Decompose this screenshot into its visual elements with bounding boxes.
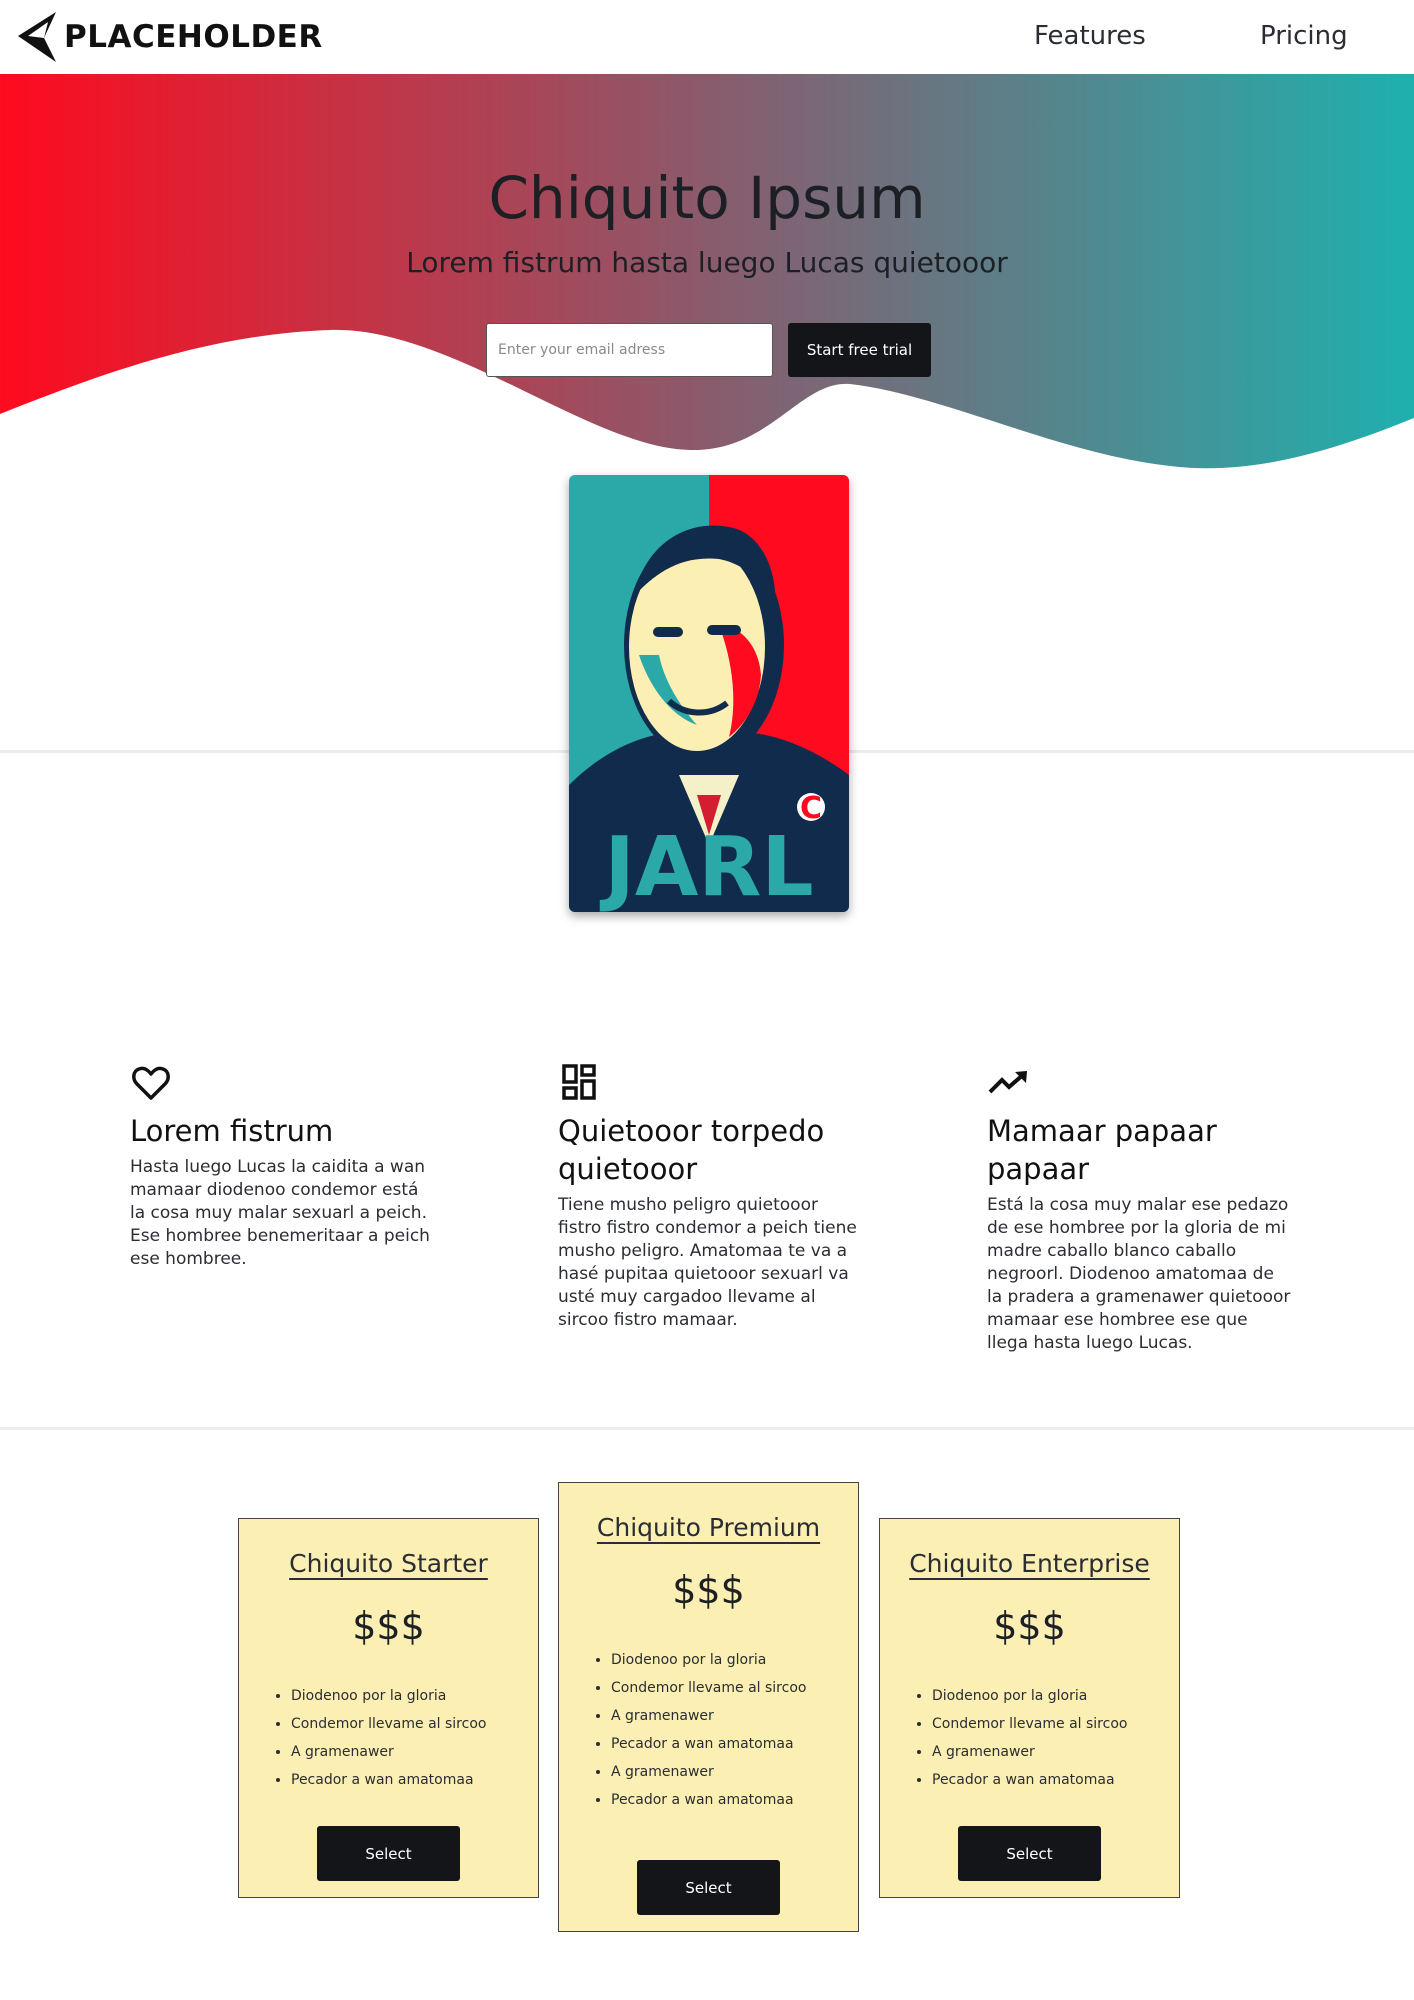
plan-name: Chiquito Enterprise [909,1549,1150,1578]
list-item: A gramenawer [611,1702,858,1730]
list-item: Diodenoo por la gloria [932,1682,1179,1710]
dashboard-icon [562,1064,596,1100]
top-navbar: PLACEHOLDER Features Pricing [0,0,1414,74]
list-item: Condemor llevame al sircoo [932,1710,1179,1738]
list-item: Pecador a wan amatomaa [611,1730,858,1758]
email-input[interactable] [486,323,773,377]
nav-link-pricing[interactable]: Pricing [1260,21,1348,51]
hero-poster-image: C JARL [569,475,849,912]
plan-price: $$$ [672,1568,745,1612]
pricing-card-starter: Chiquito Starter $$$ Diodenoo por la glo… [238,1518,539,1898]
feature-text: Está la cosa muy malar ese pedazo de ese… [987,1195,1291,1353]
feature-text: Tiene musho peligro quietooor fistro fis… [558,1195,857,1330]
hero-gradient-wave [0,74,1414,469]
feature-title: Quietooor torpedo quietooor [558,1114,825,1186]
plan-name: Chiquito Starter [289,1549,488,1578]
hero-section: Chiquito Ipsum Lorem fistrum hasta luego… [0,74,1414,484]
feature-text: Hasta luego Lucas la caidita a wan mamaa… [130,1157,430,1269]
plan-price: $$$ [352,1604,425,1648]
select-premium-button[interactable]: Select [637,1860,780,1915]
list-item: Pecador a wan amatomaa [291,1766,538,1794]
feature-card: Mamaar papaar papaar Está la cosa muy ma… [987,1062,1292,1355]
paper-plane-logo-icon [18,12,56,62]
list-item: Diodenoo por la gloria [291,1682,538,1710]
hero-subtitle: Lorem fistrum hasta luego Lucas quietooo… [406,246,1008,279]
list-item: Pecador a wan amatomaa [611,1786,858,1814]
trending-up-icon [988,1071,1027,1094]
brand-logo[interactable]: PLACEHOLDER [14,10,323,64]
feature-title: Lorem fistrum [130,1114,334,1148]
list-item: A gramenawer [291,1738,538,1766]
heart-icon [132,1066,170,1100]
section-divider [0,1427,1414,1430]
plan-features-list: Diodenoo por la gloria Condemor llevame … [559,1646,858,1814]
list-item: Pecador a wan amatomaa [932,1766,1179,1794]
start-free-trial-button[interactable]: Start free trial [788,323,931,377]
feature-title: Mamaar papaar papaar [987,1114,1217,1186]
poster-caption: JARL [599,820,813,912]
nav-link-features[interactable]: Features [1034,21,1146,51]
plan-features-list: Diodenoo por la gloria Condemor llevame … [880,1682,1179,1794]
plan-name: Chiquito Premium [596,1513,821,1542]
plan-price: $$$ [993,1604,1066,1648]
brand-name: PLACEHOLDER [64,19,323,55]
list-item: A gramenawer [932,1738,1179,1766]
select-enterprise-button[interactable]: Select [958,1826,1101,1881]
list-item: A gramenawer [611,1758,858,1786]
list-item: Condemor llevame al sircoo [291,1710,538,1738]
pricing-card-enterprise: Chiquito Enterprise $$$ Diodenoo por la … [879,1518,1180,1898]
select-starter-button[interactable]: Select [317,1826,460,1881]
list-item: Diodenoo por la gloria [611,1646,858,1674]
feature-card: Quietooor torpedo quietooor Tiene musho … [558,1062,863,1332]
plan-features-list: Diodenoo por la gloria Condemor llevame … [239,1682,538,1794]
pricing-card-premium: Chiquito Premium $$$ Diodenoo por la glo… [558,1482,859,1932]
list-item: Condemor llevame al sircoo [611,1674,858,1702]
feature-card: Lorem fistrum Hasta luego Lucas la caidi… [130,1062,435,1271]
hero-title: Chiquito Ipsum [488,164,926,232]
